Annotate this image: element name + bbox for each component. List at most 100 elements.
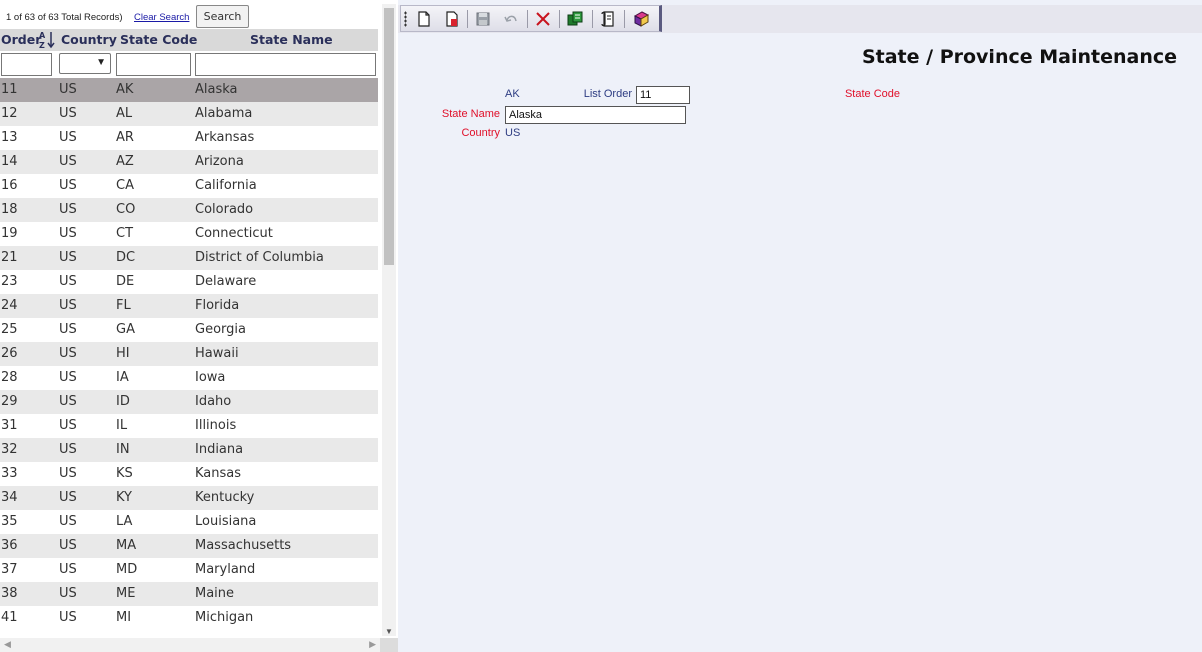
page-title: State / Province Maintenance	[861, 46, 1177, 68]
cell-country: US	[59, 178, 77, 193]
svg-text:A: A	[39, 31, 46, 40]
cell-state-name: Georgia	[195, 322, 246, 337]
cell-state-code: IA	[116, 370, 129, 385]
scroll-left-icon[interactable]: ◀	[4, 639, 11, 650]
cell-order: 23	[1, 274, 18, 289]
table-row[interactable]: 38 US ME Maine	[0, 582, 378, 606]
table-row[interactable]: 16 US CA California	[0, 174, 378, 198]
horizontal-scrollbar[interactable]: ◀ ▶	[0, 638, 380, 652]
cell-state-code: HI	[116, 346, 130, 361]
new-document-icon[interactable]	[415, 10, 433, 28]
state-name-field[interactable]	[505, 106, 686, 124]
cell-state-code: CT	[116, 226, 134, 241]
table-row[interactable]: 35 US LA Louisiana	[0, 510, 378, 534]
scroll-right-icon[interactable]: ▶	[369, 639, 376, 650]
cell-country: US	[59, 442, 77, 457]
table-row[interactable]: 34 US KY Kentucky	[0, 486, 378, 510]
scroll-thumb[interactable]	[384, 8, 394, 265]
cell-state-name: Illinois	[195, 418, 237, 433]
table-row[interactable]: 28 US IA Iowa	[0, 366, 378, 390]
table-row[interactable]: 12 US AL Alabama	[0, 102, 378, 126]
cell-order: 33	[1, 466, 18, 481]
search-button[interactable]: Search	[196, 5, 249, 28]
cell-state-name: Delaware	[195, 274, 257, 289]
table-row[interactable]: 36 US MA Massachusetts	[0, 534, 378, 558]
cell-country: US	[59, 274, 77, 289]
filter-order-input[interactable]	[1, 53, 52, 76]
column-header-country[interactable]: Country	[61, 32, 117, 47]
filter-state-code-input[interactable]	[116, 53, 191, 76]
sort-ascending-icon[interactable]: A Z	[38, 30, 56, 49]
cell-state-name: Iowa	[195, 370, 226, 385]
cell-country: US	[59, 322, 77, 337]
column-header-state-code[interactable]: State Code	[120, 32, 197, 47]
report-icon[interactable]	[599, 10, 617, 28]
toolbar-separator	[559, 10, 560, 28]
cell-state-name: Massachusetts	[195, 538, 292, 553]
cell-state-name: Louisiana	[195, 514, 257, 529]
table-row[interactable]: 11 US AK Alaska	[0, 78, 378, 102]
filter-state-name-input[interactable]	[195, 53, 376, 76]
column-header-order[interactable]: Order	[1, 32, 41, 47]
filter-country-select[interactable]: ▼	[59, 53, 111, 74]
table-row[interactable]: 25 US GA Georgia	[0, 318, 378, 342]
cell-state-code: FL	[116, 298, 131, 313]
table-row[interactable]: 29 US ID Idaho	[0, 390, 378, 414]
table-row[interactable]: 26 US HI Hawaii	[0, 342, 378, 366]
cell-state-name: Idaho	[195, 394, 232, 409]
toolbar-separator	[624, 10, 625, 28]
cell-order: 19	[1, 226, 18, 241]
table-row[interactable]: 33 US KS Kansas	[0, 462, 378, 486]
cell-order: 38	[1, 586, 18, 601]
chevron-down-icon: ▼	[96, 57, 106, 68]
table-row[interactable]: 19 US CT Connecticut	[0, 222, 378, 246]
cell-state-name: District of Columbia	[195, 250, 324, 265]
toolbar-separator	[467, 10, 468, 28]
cell-order: 32	[1, 442, 18, 457]
cell-order: 29	[1, 394, 18, 409]
cell-state-code: DE	[116, 274, 135, 289]
cell-state-code: LA	[116, 514, 133, 529]
cell-country: US	[59, 394, 77, 409]
table-row[interactable]: 31 US IL Illinois	[0, 414, 378, 438]
list-order-field[interactable]	[636, 86, 690, 104]
undo-icon[interactable]	[502, 10, 520, 28]
table-row[interactable]: 32 US IN Indiana	[0, 438, 378, 462]
table-row[interactable]: 14 US AZ Arizona	[0, 150, 378, 174]
copy-document-icon[interactable]	[443, 10, 461, 28]
cell-state-code: GA	[116, 322, 135, 337]
cell-state-code: AK	[116, 82, 134, 97]
cell-order: 11	[1, 82, 18, 97]
table-row[interactable]: 13 US AR Arkansas	[0, 126, 378, 150]
table-row[interactable]: 23 US DE Delaware	[0, 270, 378, 294]
toolbar-separator	[592, 10, 593, 28]
table-row[interactable]: 37 US MD Maryland	[0, 558, 378, 582]
cell-country: US	[59, 298, 77, 313]
cell-country: US	[59, 154, 77, 169]
help-book-icon[interactable]	[632, 10, 650, 28]
clear-search-link[interactable]: Clear Search	[134, 12, 189, 23]
detail-pane: State / Province Maintenance State Code …	[398, 0, 1202, 652]
record-list-pane: 1 of 63 of 63 Total Records) Clear Searc…	[0, 0, 398, 652]
scroll-down-icon[interactable]: ▼	[385, 627, 393, 636]
table-row[interactable]: 18 US CO Colorado	[0, 198, 378, 222]
table-row[interactable]: 24 US FL Florida	[0, 294, 378, 318]
cell-state-code: ME	[116, 586, 136, 601]
save-icon[interactable]	[474, 10, 492, 28]
cell-country: US	[59, 490, 77, 505]
filter-row: ▼	[0, 51, 378, 78]
delete-icon[interactable]	[534, 10, 552, 28]
cell-state-code: MI	[116, 610, 132, 625]
table-row[interactable]: 41 US MI Michigan	[0, 606, 378, 630]
vertical-scrollbar[interactable]: ▼	[382, 4, 396, 636]
toolbar-grip-icon[interactable]	[404, 11, 407, 27]
cell-country: US	[59, 466, 77, 481]
cell-state-code: IN	[116, 442, 130, 457]
lookup-icon[interactable]	[566, 10, 584, 28]
cell-country: US	[59, 202, 77, 217]
cell-country: US	[59, 226, 77, 241]
cell-order: 12	[1, 106, 18, 121]
column-header-state-name[interactable]: State Name	[250, 32, 333, 47]
cell-state-name: Alabama	[195, 106, 253, 121]
table-row[interactable]: 21 US DC District of Columbia	[0, 246, 378, 270]
